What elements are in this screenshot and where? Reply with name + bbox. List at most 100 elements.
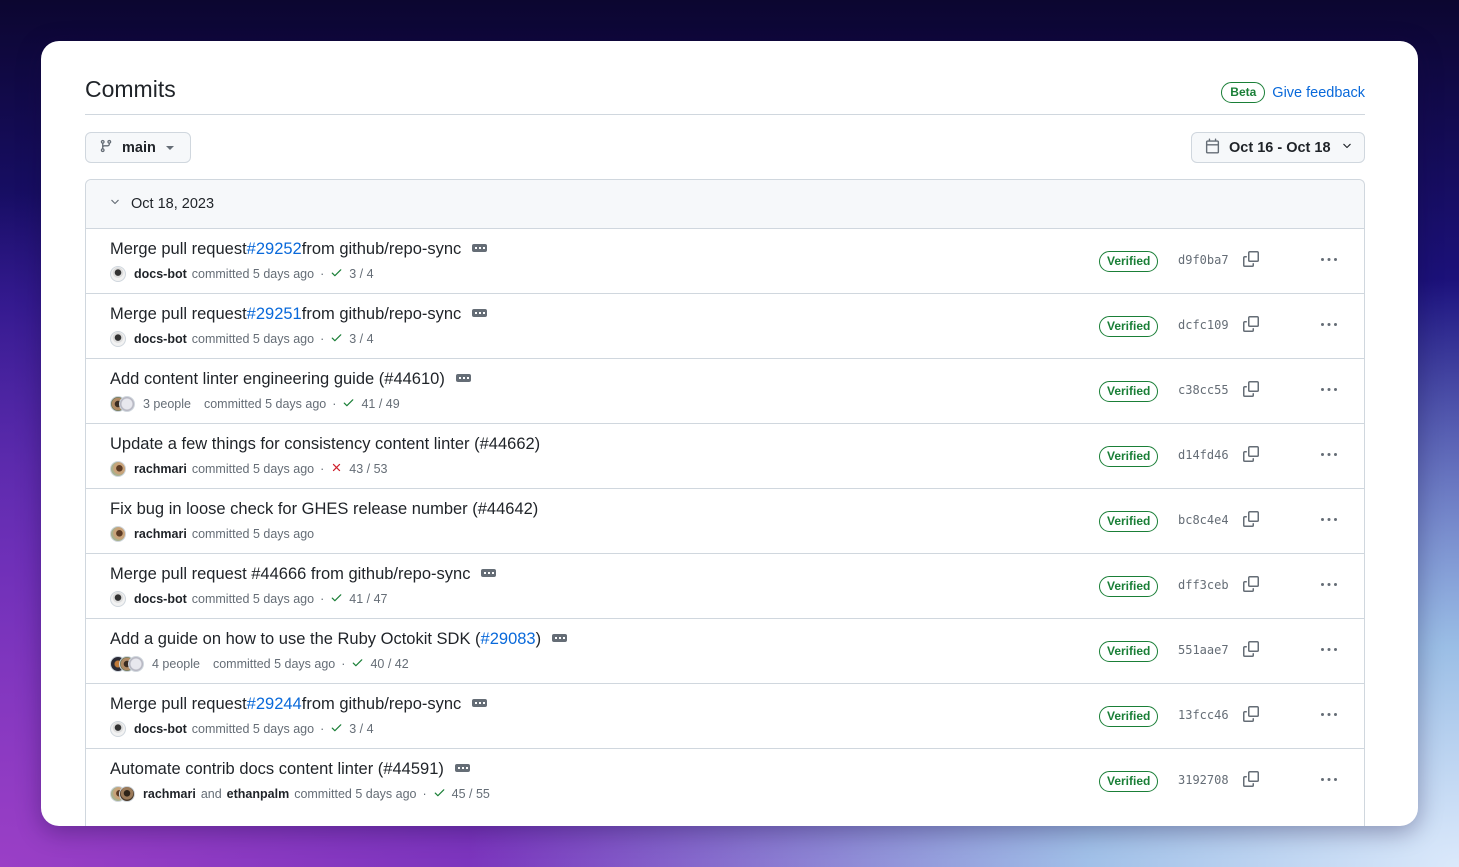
commit-author[interactable]: docs-bot bbox=[134, 267, 187, 281]
commit-author[interactable]: docs-bot bbox=[134, 592, 187, 606]
commit-title[interactable]: Merge pull request #29252 from github/re… bbox=[110, 240, 488, 259]
avatar-stack[interactable] bbox=[110, 786, 135, 802]
commit-author[interactable]: rachmari bbox=[143, 787, 196, 801]
commit-message-suffix[interactable]: from github/repo-sync bbox=[302, 695, 462, 714]
commit-message[interactable]: Update a few things for consistency cont… bbox=[110, 435, 540, 454]
commit-sha[interactable]: dcfc109 bbox=[1178, 318, 1229, 332]
commit-row[interactable]: Add content linter engineering guide (#4… bbox=[86, 359, 1364, 424]
avatar-stack[interactable] bbox=[110, 461, 126, 477]
pull-request-link[interactable]: #29252 bbox=[247, 240, 302, 259]
avatar[interactable] bbox=[110, 266, 126, 282]
commit-author[interactable]: docs-bot bbox=[134, 722, 187, 736]
commit-message[interactable]: Merge pull request bbox=[110, 695, 247, 714]
copy-icon[interactable] bbox=[1243, 511, 1261, 529]
check-icon[interactable] bbox=[433, 786, 446, 802]
kebab-horizontal-icon[interactable] bbox=[1318, 511, 1340, 529]
ellipsis-icon[interactable] bbox=[481, 568, 497, 577]
kebab-horizontal-icon[interactable] bbox=[1318, 771, 1340, 789]
commit-message[interactable]: Merge pull request #44666 from github/re… bbox=[110, 565, 470, 584]
copy-icon[interactable] bbox=[1243, 446, 1261, 464]
commit-sha[interactable]: c38cc55 bbox=[1178, 383, 1229, 397]
kebab-horizontal-icon[interactable] bbox=[1318, 316, 1340, 334]
avatar[interactable] bbox=[119, 786, 135, 802]
ellipsis-icon[interactable] bbox=[454, 763, 470, 772]
kebab-horizontal-icon[interactable] bbox=[1318, 576, 1340, 594]
commit-row[interactable]: Merge pull request #44666 from github/re… bbox=[86, 554, 1364, 619]
verified-badge[interactable]: Verified bbox=[1099, 446, 1159, 467]
avatar-stack[interactable] bbox=[110, 331, 126, 347]
copy-icon[interactable] bbox=[1243, 641, 1261, 659]
avatar-stack[interactable] bbox=[110, 721, 126, 737]
give-feedback-link[interactable]: Give feedback bbox=[1272, 85, 1365, 101]
commit-message[interactable]: Fix bug in loose check for GHES release … bbox=[110, 500, 538, 519]
avatar[interactable] bbox=[110, 461, 126, 477]
commit-title[interactable]: Update a few things for consistency cont… bbox=[110, 435, 540, 454]
avatar-stack[interactable] bbox=[110, 591, 126, 607]
date-range-button[interactable]: Oct 16 - Oct 18 bbox=[1191, 132, 1365, 163]
copy-icon[interactable] bbox=[1243, 316, 1261, 334]
commit-sha[interactable]: bc8c4e4 bbox=[1178, 513, 1229, 527]
verified-badge[interactable]: Verified bbox=[1099, 251, 1159, 272]
checks-count[interactable]: 3 / 4 bbox=[349, 332, 373, 346]
avatar[interactable] bbox=[110, 721, 126, 737]
ellipsis-icon[interactable] bbox=[472, 243, 488, 252]
people-count[interactable]: 4 people bbox=[152, 657, 200, 671]
commit-message[interactable]: Add a guide on how to use the Ruby Octok… bbox=[110, 630, 481, 649]
pull-request-link[interactable]: #29083 bbox=[481, 630, 536, 649]
commit-title[interactable]: Merge pull request #29244 from github/re… bbox=[110, 695, 488, 714]
commit-sha[interactable]: 3192708 bbox=[1178, 773, 1229, 787]
avatar[interactable] bbox=[110, 526, 126, 542]
checks-count[interactable]: 45 / 55 bbox=[452, 787, 490, 801]
commit-message[interactable]: Add content linter engineering guide (#4… bbox=[110, 370, 445, 389]
commit-message[interactable]: Automate contrib docs content linter (#4… bbox=[110, 760, 444, 779]
copy-icon[interactable] bbox=[1243, 771, 1261, 789]
verified-badge[interactable]: Verified bbox=[1099, 641, 1159, 662]
ellipsis-icon[interactable] bbox=[472, 698, 488, 707]
avatar-stack[interactable] bbox=[110, 266, 126, 282]
kebab-horizontal-icon[interactable] bbox=[1318, 251, 1340, 269]
check-icon[interactable] bbox=[330, 266, 343, 282]
avatar-stack[interactable] bbox=[110, 526, 126, 542]
commit-message-suffix[interactable]: ) bbox=[536, 630, 542, 649]
check-icon[interactable] bbox=[330, 721, 343, 737]
checks-count[interactable]: 3 / 4 bbox=[349, 722, 373, 736]
commit-row[interactable]: Fix bug in loose check for GHES release … bbox=[86, 489, 1364, 554]
checks-count[interactable]: 41 / 49 bbox=[361, 397, 399, 411]
kebab-horizontal-icon[interactable] bbox=[1318, 641, 1340, 659]
copy-icon[interactable] bbox=[1243, 576, 1261, 594]
commit-row[interactable]: Merge pull request #29251 from github/re… bbox=[86, 294, 1364, 359]
avatar-stack[interactable] bbox=[110, 396, 135, 412]
kebab-horizontal-icon[interactable] bbox=[1318, 446, 1340, 464]
commit-title[interactable]: Merge pull request #44666 from github/re… bbox=[110, 565, 497, 584]
verified-badge[interactable]: Verified bbox=[1099, 511, 1159, 532]
verified-badge[interactable]: Verified bbox=[1099, 706, 1159, 727]
kebab-horizontal-icon[interactable] bbox=[1318, 706, 1340, 724]
commit-sha[interactable]: d9f0ba7 bbox=[1178, 253, 1229, 267]
verified-badge[interactable]: Verified bbox=[1099, 316, 1159, 337]
verified-badge[interactable]: Verified bbox=[1099, 381, 1159, 402]
checks-count[interactable]: 41 / 47 bbox=[349, 592, 387, 606]
check-icon[interactable] bbox=[342, 396, 355, 412]
copy-icon[interactable] bbox=[1243, 381, 1261, 399]
people-count[interactable]: 3 people bbox=[143, 397, 191, 411]
commit-row[interactable]: Add a guide on how to use the Ruby Octok… bbox=[86, 619, 1364, 684]
checks-count[interactable]: 3 / 4 bbox=[349, 267, 373, 281]
commit-row[interactable]: Update a few things for consistency cont… bbox=[86, 424, 1364, 489]
commit-message-suffix[interactable]: from github/repo-sync bbox=[302, 240, 462, 259]
copy-icon[interactable] bbox=[1243, 706, 1261, 724]
kebab-horizontal-icon[interactable] bbox=[1318, 381, 1340, 399]
checks-count[interactable]: 40 / 42 bbox=[370, 657, 408, 671]
commit-row[interactable]: Merge pull request #29244 from github/re… bbox=[86, 684, 1364, 749]
verified-badge[interactable]: Verified bbox=[1099, 771, 1159, 792]
ellipsis-icon[interactable] bbox=[552, 633, 568, 642]
avatar[interactable] bbox=[110, 591, 126, 607]
check-icon[interactable] bbox=[351, 656, 364, 672]
branch-selector-button[interactable]: main bbox=[85, 132, 191, 163]
commit-title[interactable]: Add content linter engineering guide (#4… bbox=[110, 370, 471, 389]
avatar[interactable] bbox=[128, 656, 144, 672]
commit-sha[interactable]: 551aae7 bbox=[1178, 643, 1229, 657]
commit-title[interactable]: Automate contrib docs content linter (#4… bbox=[110, 760, 470, 779]
commit-title[interactable]: Fix bug in loose check for GHES release … bbox=[110, 500, 538, 519]
check-icon[interactable] bbox=[330, 331, 343, 347]
check-icon[interactable] bbox=[330, 591, 343, 607]
